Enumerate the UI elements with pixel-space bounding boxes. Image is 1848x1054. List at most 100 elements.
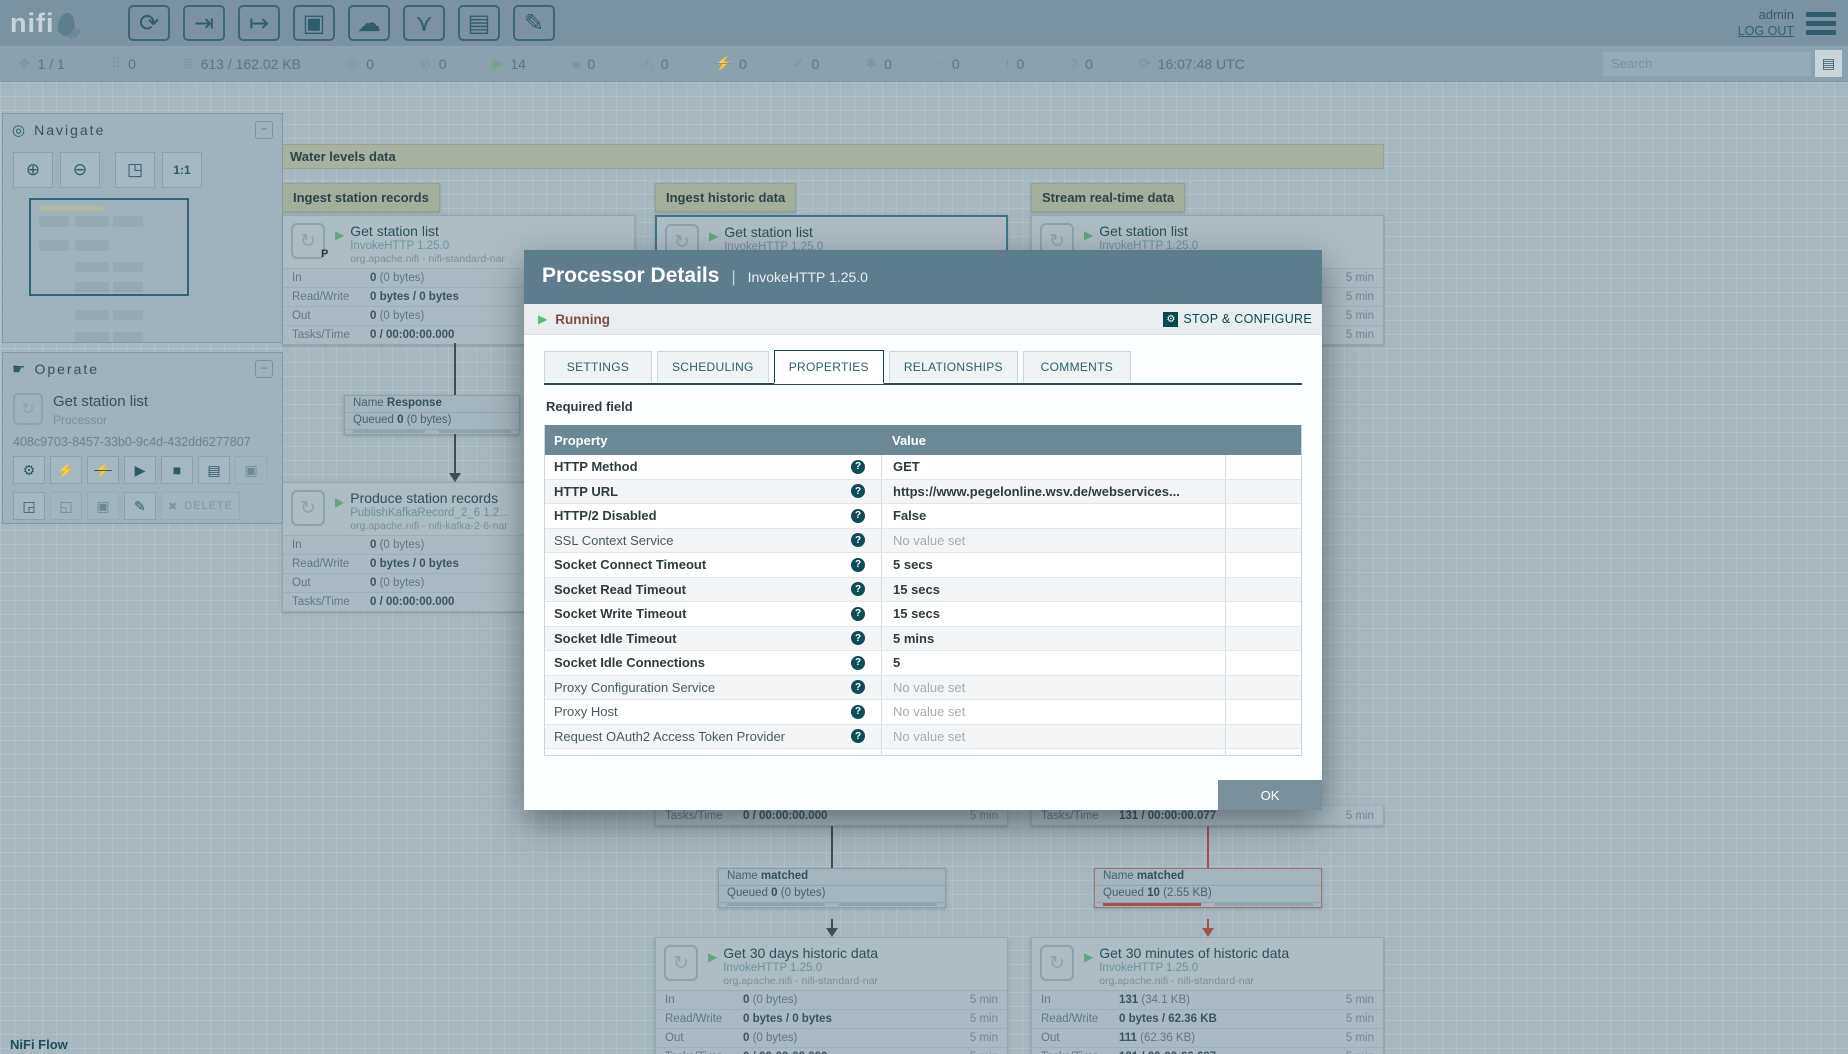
processor-icon[interactable]: ⟳ — [128, 5, 170, 41]
property-help: ? — [851, 484, 881, 499]
help-icon[interactable]: ? — [851, 533, 865, 548]
connection-arrowhead-icon — [449, 473, 461, 482]
processor-get-30-minutes-historic-data[interactable]: ↻ ▶ Get 30 minutes of historic data InvokeH… — [1031, 937, 1384, 1054]
help-icon[interactable]: ? — [851, 459, 865, 474]
breadcrumb[interactable]: NiFi Flow — [10, 1037, 68, 1052]
tab-properties[interactable]: PROPERTIES — [773, 350, 884, 384]
status-refresh[interactable]: ⟳ 16:07:48 UTC — [1139, 55, 1245, 72]
stop-and-configure-button[interactable]: ⚙ STOP & CONFIGURE — [1163, 311, 1312, 327]
help-icon[interactable]: ? — [851, 680, 865, 695]
connection-label-response[interactable]: Name Response Queued 0 (0 bytes) — [344, 395, 520, 435]
stop-icon: ■ — [172, 462, 182, 478]
connection-line — [454, 434, 456, 473]
status-queued: ≣ 613 / 162.02 KB — [182, 55, 301, 72]
remote-process-group-icon[interactable]: ☁ — [348, 5, 390, 41]
property-help: ? — [851, 459, 881, 474]
connection-label-matched-1[interactable]: Name matched Queued 0 (0 bytes) — [718, 868, 946, 908]
status-active-threads: ⠿ 0 — [111, 55, 136, 72]
zoom-fit-button[interactable]: ◳ — [115, 152, 155, 188]
connection-label-matched-2[interactable]: Name matched Queued 10 (2.55 KB) — [1094, 868, 1322, 908]
property-row: Socket Write Timeout? 15 secs — [545, 602, 1301, 627]
help-icon[interactable]: ? — [851, 508, 865, 523]
nifi-logo-text: nifi — [10, 7, 55, 38]
help-icon[interactable]: ? — [851, 557, 865, 572]
start-button[interactable]: ▶ — [124, 456, 156, 484]
group-selection-icon: ▣ — [96, 497, 110, 514]
selected-component-id: 408c9703-8457-33b0-9c4d-432dd6277807 — [13, 435, 251, 449]
processor-get-30-days-historic-data[interactable]: ↻ ▶ Get 30 days historic data InvokeHTTP 1.… — [655, 937, 1008, 1054]
funnel-icon[interactable]: ⋎ — [403, 5, 445, 41]
group-button[interactable]: ▣ — [235, 456, 267, 484]
property-row: HTTP/2 Disabled? False — [545, 504, 1301, 529]
paste-button[interactable]: ◱ — [50, 492, 82, 520]
help-icon[interactable]: ? — [851, 729, 865, 744]
tab-relationships[interactable]: RELATIONSHIPS — [888, 351, 1018, 382]
nifi-logo: nifi — [10, 8, 110, 39]
canvas-label-stream-real-time-data[interactable]: Stream real-time data — [1031, 183, 1186, 212]
canvas-label-ingest-station-records[interactable]: Ingest station records — [282, 183, 440, 212]
canvas-label-ingest-historic-data[interactable]: Ingest historic data — [655, 183, 797, 212]
help-icon[interactable]: ? — [851, 704, 865, 719]
collapse-operate-button[interactable]: − — [255, 360, 273, 378]
property-help: ? — [851, 533, 881, 548]
copy-button[interactable]: ◲ — [13, 492, 45, 520]
process-group-icon[interactable]: ▣ — [293, 5, 335, 41]
input-port-icon[interactable]: ⇥ — [183, 5, 225, 41]
property-row: HTTP URL? https://www.pegelonline.wsv.de/… — [545, 479, 1301, 504]
label-icon[interactable]: ✎ — [513, 5, 555, 41]
bulletin-board-button[interactable]: ▤ — [1815, 50, 1842, 77]
disable-button[interactable]: ⚡ — [87, 456, 119, 484]
global-menu-button[interactable] — [1806, 8, 1836, 39]
status-cluster-value: 1 / 1 — [37, 55, 65, 72]
output-port-icon[interactable]: ↦ — [238, 5, 280, 41]
status-up-to-date: ✓ 0 — [793, 55, 820, 72]
birdseye-minimap[interactable] — [3, 198, 282, 346]
delete-button[interactable]: ✖ DELETE — [161, 492, 241, 520]
collapse-navigate-button[interactable]: − — [255, 121, 273, 139]
status-cluster: ❖ 1 / 1 — [18, 55, 65, 72]
template-icon[interactable]: ▤ — [458, 5, 500, 41]
help-icon[interactable]: ? — [851, 484, 865, 499]
dialog-header: Processor Details | InvokeHTTP 1.25.0 — [524, 250, 1322, 304]
selected-component-type: Processor — [53, 413, 108, 427]
property-row: Proxy Configuration Service? No value set — [545, 675, 1301, 700]
property-value: 5 — [881, 651, 1225, 675]
property-row: Request OAuth2 Access Token Provider? No … — [545, 724, 1301, 749]
properties-table-header: Property Value — [545, 425, 1301, 455]
help-icon[interactable]: ? — [851, 655, 865, 670]
canvas-label-water-levels[interactable]: Water levels data — [282, 144, 1384, 169]
zoom-in-button[interactable]: ⊕ — [13, 152, 53, 188]
column-property: Property — [554, 432, 608, 448]
help-icon[interactable]: ? — [851, 582, 865, 597]
help-icon[interactable]: ? — [851, 631, 865, 646]
processor-title: Get 30 minutes of historic data — [1099, 945, 1290, 961]
stop-button[interactable]: ■ — [161, 456, 193, 484]
tab-scheduling[interactable]: SCHEDULING — [657, 351, 769, 382]
create-template-button[interactable]: ▤ — [198, 456, 230, 484]
enable-button[interactable]: ⚡ — [50, 456, 82, 484]
zoom-out-button[interactable]: ⊖ — [60, 152, 100, 188]
running-status-icon: ▶ — [538, 312, 548, 326]
status-stale: ↑ 0 — [938, 56, 960, 72]
tab-comments[interactable]: COMMENTS — [1022, 351, 1131, 382]
search-input[interactable] — [1603, 51, 1811, 76]
processor-title: Produce station records — [350, 490, 499, 506]
property-name: HTTP Method — [554, 459, 638, 475]
property-name: Socket Read Timeout — [554, 581, 686, 597]
help-icon[interactable]: ? — [851, 606, 865, 621]
property-name: Proxy Host — [554, 704, 618, 720]
change-color-button[interactable]: ✎ — [124, 492, 156, 520]
processor-title: Get 30 days historic data — [723, 945, 879, 961]
group-selection-button[interactable]: ▣ — [87, 492, 119, 520]
stopped-icon: ■ — [571, 55, 581, 72]
status-running-value: 14 — [510, 55, 526, 72]
property-help: ? — [851, 655, 881, 670]
zoom-actual-size-button[interactable]: 1:1 — [162, 152, 202, 188]
configure-button[interactable]: ⚙ — [13, 456, 45, 484]
ok-button[interactable]: OK — [1218, 780, 1322, 810]
tab-settings[interactable]: SETTINGS — [544, 351, 652, 382]
stale-icon: ↑ — [937, 55, 945, 72]
logout-link[interactable]: LOG OUT — [1738, 23, 1794, 39]
property-row: HTTP Method? GET — [545, 455, 1301, 480]
status-invalid: ⚠ 0 — [641, 55, 668, 72]
